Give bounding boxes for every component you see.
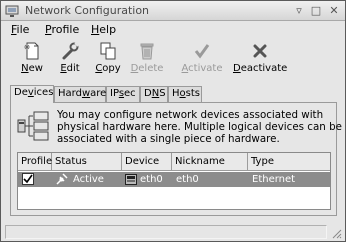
resize-grip-icon[interactable] xyxy=(330,227,342,239)
devices-table: Profile Status Device Nickname Type Acti… xyxy=(17,152,331,210)
delete-button[interactable]: Delete xyxy=(129,41,165,79)
column-header-profile[interactable]: Profile xyxy=(18,153,52,171)
ethernet-card-icon xyxy=(125,174,137,185)
active-status-icon xyxy=(56,173,68,185)
table-header: Profile Status Device Nickname Type xyxy=(18,153,330,171)
network-devices-icon xyxy=(17,111,49,141)
table-row[interactable]: Active eth0 eth0 Ethernet xyxy=(18,172,330,187)
new-icon xyxy=(24,42,39,60)
close-button[interactable]: ✕ xyxy=(327,4,341,18)
check-icon xyxy=(194,44,210,59)
column-header-nickname[interactable]: Nickname xyxy=(172,153,248,171)
tab-dns[interactable]: DNS xyxy=(140,86,168,102)
activate-button[interactable]: Activate xyxy=(181,41,223,79)
column-header-type[interactable]: Type xyxy=(248,153,330,171)
tab-hardware[interactable]: Hardware xyxy=(54,86,106,102)
trash-icon xyxy=(140,43,154,60)
menu-file[interactable]: File xyxy=(11,23,29,36)
edit-button[interactable]: Edit xyxy=(57,41,83,79)
tab-hosts[interactable]: Hosts xyxy=(168,86,202,102)
minimize-button[interactable]: ▿ xyxy=(292,4,306,18)
title-bar[interactable]: Network Configuration ▿ □ ✕ xyxy=(1,1,345,21)
toolbar: New Edit Copy Delete Activate Deactivate xyxy=(1,39,345,81)
new-button[interactable]: New xyxy=(17,41,47,79)
status-field xyxy=(5,225,327,239)
type-cell: Ethernet xyxy=(252,174,296,185)
column-header-device[interactable]: Device xyxy=(122,153,172,171)
x-icon xyxy=(253,44,267,58)
deactivate-button[interactable]: Deactivate xyxy=(233,41,287,79)
wrench-icon xyxy=(62,42,79,60)
network-configuration-window: Network Configuration ▿ □ ✕ File Profile… xyxy=(0,0,346,242)
description-line: associated with a single piece of hardwa… xyxy=(57,133,280,145)
menu-help[interactable]: Help xyxy=(91,23,116,36)
tab-devices[interactable]: Devices xyxy=(10,85,54,103)
menu-profile[interactable]: Profile xyxy=(45,23,79,36)
copy-icon xyxy=(100,42,116,60)
tab-ipsec[interactable]: IPsec xyxy=(106,86,140,102)
column-header-status[interactable]: Status xyxy=(52,153,122,171)
description-line: physical hardware here. Multiple logical… xyxy=(57,121,342,133)
profile-checkbox[interactable] xyxy=(22,173,34,185)
device-cell: eth0 xyxy=(140,174,163,185)
status-cell: Active xyxy=(73,174,104,185)
status-bar xyxy=(1,223,345,241)
network-app-icon xyxy=(5,5,19,17)
copy-button[interactable]: Copy xyxy=(93,41,123,79)
description-line: You may configure network devices associ… xyxy=(57,109,324,121)
checkmark-icon xyxy=(23,174,33,184)
maximize-button[interactable]: □ xyxy=(309,4,323,18)
window-title: Network Configuration xyxy=(25,4,150,17)
devices-description: You may configure network devices associ… xyxy=(57,109,342,145)
devices-panel: You may configure network devices associ… xyxy=(10,102,342,216)
nickname-cell: eth0 xyxy=(176,174,199,185)
menu-bar: File Profile Help xyxy=(1,21,345,39)
